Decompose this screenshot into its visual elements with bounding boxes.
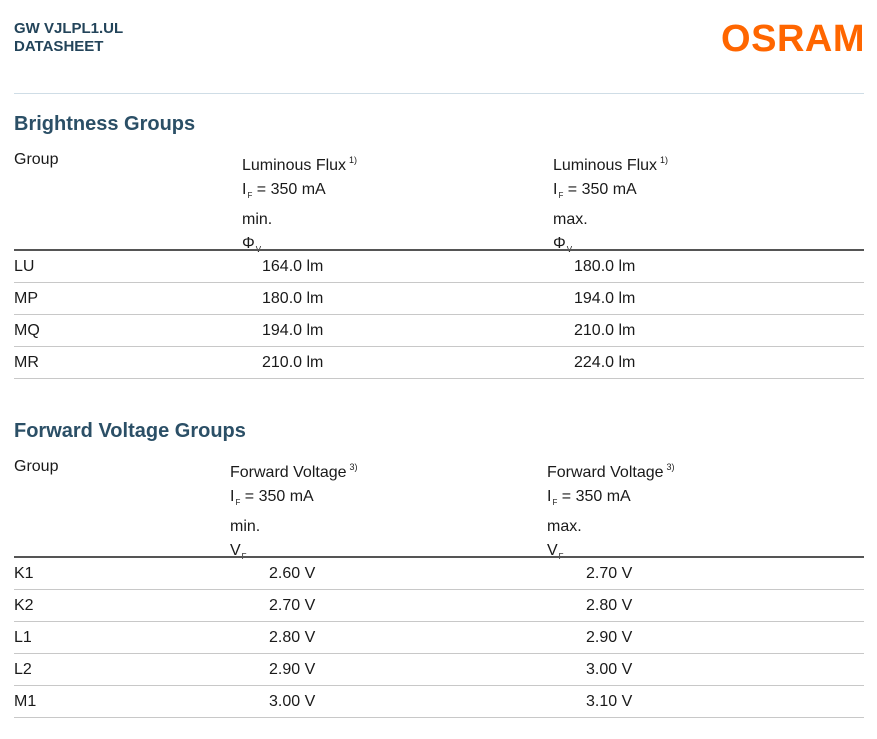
table-row: LU 164.0 lm 180.0 lm (14, 251, 864, 283)
table-row: MQ 194.0 lm 210.0 lm (14, 315, 864, 347)
footnote-ref: 1) (349, 155, 358, 165)
min-value-cell: 2.80 V (269, 629, 316, 646)
group-cell: M1 (14, 693, 37, 710)
min-value-cell: 180.0 lm (262, 290, 324, 307)
current-value: = 350 mA (244, 488, 314, 505)
max-value-cell: 210.0 lm (574, 322, 636, 339)
current-value: = 350 mA (567, 181, 637, 198)
document-type: DATASHEET (14, 38, 104, 55)
min-value-cell: 3.00 V (269, 693, 316, 710)
min-value-cell: 2.90 V (269, 661, 316, 678)
current-symbol: I (547, 488, 552, 505)
group-cell: L1 (14, 629, 32, 646)
header-divider (14, 93, 864, 94)
max-value-cell: 224.0 lm (574, 354, 636, 371)
min-value-cell: 194.0 lm (262, 322, 324, 339)
qualifier: max. (547, 518, 582, 535)
column-header-group: Group (14, 151, 59, 168)
column-header-min: Forward Voltage3) IF = 350 mA min. VF (230, 455, 358, 569)
product-name: GW VJLPL1.UL (14, 20, 124, 37)
table-row: M1 3.00 V 3.10 V (14, 686, 864, 718)
header-name: Forward Voltage (230, 464, 347, 481)
table-row: K2 2.70 V 2.80 V (14, 590, 864, 622)
qualifier: min. (242, 211, 273, 228)
group-cell: LU (14, 258, 35, 275)
max-value-cell: 180.0 lm (574, 258, 636, 275)
column-header-max: Luminous Flux1) IF = 350 mA max. ΦV (553, 148, 668, 262)
current-subscript: F (552, 498, 558, 507)
column-header-max: Forward Voltage3) IF = 350 mA max. VF (547, 455, 675, 569)
current-value: = 350 mA (561, 488, 631, 505)
group-cell: K2 (14, 597, 34, 614)
current-symbol: I (230, 488, 235, 505)
column-header-group: Group (14, 458, 59, 475)
table-row: MR 210.0 lm 224.0 lm (14, 347, 864, 379)
group-cell: MP (14, 290, 38, 307)
qualifier: min. (230, 518, 261, 535)
min-value-cell: 164.0 lm (262, 258, 324, 275)
table-row: MP 180.0 lm 194.0 lm (14, 283, 864, 315)
min-value-cell: 2.60 V (269, 565, 316, 582)
header-name: Luminous Flux (242, 157, 347, 174)
brightness-groups-table: Group Luminous Flux 1) IF = 350 mA min. Φ… (14, 148, 864, 379)
column-header-min: Luminous Flux1) IF = 350 mA min. ΦV (242, 148, 357, 262)
footnote-ref: 3) (349, 462, 358, 472)
current-subscript: F (247, 191, 253, 200)
max-value-cell: 3.00 V (586, 661, 633, 678)
min-value-cell: 210.0 lm (262, 354, 324, 371)
current-symbol: I (242, 181, 247, 198)
table-row: L1 2.80 V 2.90 V (14, 622, 864, 654)
group-cell: K1 (14, 565, 34, 582)
current-subscript: F (558, 191, 564, 200)
table-row: K1 2.60 V 2.70 V (14, 558, 864, 590)
footnote-ref: 1) (660, 155, 669, 165)
max-value-cell: 3.10 V (586, 693, 633, 710)
max-value-cell: 194.0 lm (574, 290, 636, 307)
header-name: Luminous Flux (553, 157, 658, 174)
qualifier: max. (553, 211, 588, 228)
min-value-cell: 2.70 V (269, 597, 316, 614)
max-value-cell: 2.70 V (586, 565, 633, 582)
forward-voltage-groups-title: Forward Voltage Groups (14, 420, 246, 442)
table-row: L2 2.90 V 3.00 V (14, 654, 864, 686)
group-cell: MR (14, 354, 39, 371)
footnote-ref: 3) (666, 462, 675, 472)
current-subscript: F (235, 498, 241, 507)
max-value-cell: 2.80 V (586, 597, 633, 614)
document-header: GW VJLPL1.UL DATASHEET (14, 20, 123, 56)
header-name: Forward Voltage (547, 464, 664, 481)
group-cell: L2 (14, 661, 32, 678)
current-symbol: I (553, 181, 558, 198)
max-value-cell: 2.90 V (586, 629, 633, 646)
group-cell: MQ (14, 322, 40, 339)
forward-voltage-groups-table: Group Forward Voltage 3) IF = 350 mA min.… (14, 455, 864, 719)
current-value: = 350 mA (256, 181, 326, 198)
osram-logo: OSRAM (721, 18, 865, 60)
brightness-groups-title: Brightness Groups (14, 113, 196, 135)
